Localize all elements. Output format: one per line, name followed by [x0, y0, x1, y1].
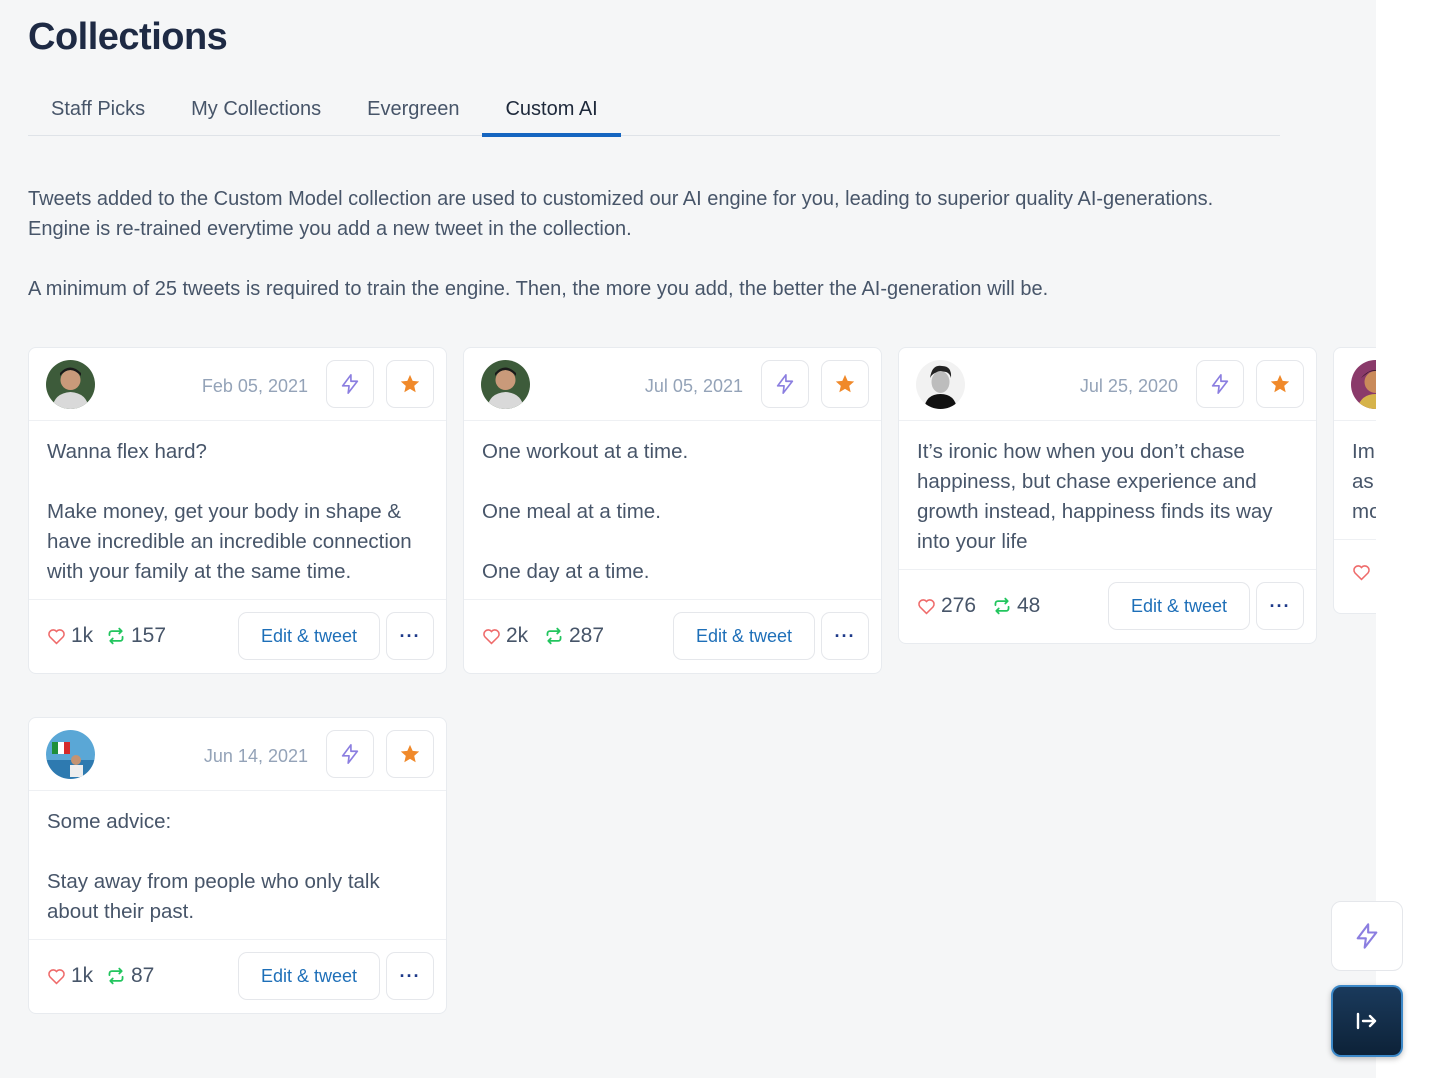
heart-icon — [483, 628, 500, 645]
heart-icon — [918, 598, 935, 615]
tweet-text: It’s ironic how when you don’t chase hap… — [899, 421, 1316, 570]
tweet-card-footer: 1k 157 Edit & tweet ··· — [29, 600, 446, 673]
tab-bar: Staff Picks My Collections Evergreen Cus… — [28, 92, 1280, 137]
retweet-icon — [546, 627, 562, 645]
main-content: Collections Staff Picks My Collections E… — [0, 0, 1376, 1078]
retweets-value: 287 — [569, 624, 605, 647]
more-options-button[interactable]: ··· — [386, 952, 434, 1000]
tweet-card-footer: 1k 87 Edit & tweet ··· — [29, 940, 446, 1013]
tweet-card-header: Jul 05, 2021 — [464, 348, 881, 421]
likes-count — [1352, 564, 1376, 581]
tweet-card: Jul 05, 2021 One workout at a time. One … — [463, 347, 882, 674]
tweet-card: Jun 14, 2021 Some advice: Stay away from… — [28, 717, 447, 1014]
ai-assistant-button[interactable] — [1331, 901, 1403, 971]
retweets-value: 48 — [1017, 594, 1041, 617]
tweet-card-footer: 2k 287 Edit & tweet ··· — [464, 600, 881, 673]
tweet-date: Jul 05, 2021 — [644, 376, 743, 396]
bolt-icon — [1356, 923, 1378, 949]
tweet-card-footer: 276 48 Edit & tweet ··· — [899, 570, 1316, 643]
ai-generate-button[interactable] — [1196, 360, 1244, 408]
heart-icon — [48, 968, 65, 985]
tweet-card-header: Jun 14, 2021 — [29, 718, 446, 791]
bolt-icon — [341, 374, 359, 394]
edit-tweet-button[interactable]: Edit & tweet — [238, 952, 380, 1000]
tweet-text: Wanna flex hard? Make money, get your bo… — [29, 421, 446, 600]
tweet-card-header: Feb 05, 2021 — [29, 348, 446, 421]
likes-value: 1k — [71, 624, 94, 647]
favorite-button[interactable] — [1256, 360, 1304, 408]
avatar — [481, 360, 530, 409]
retweets-count: 48 — [992, 594, 1040, 618]
avatar — [46, 730, 95, 779]
retweets-value: 87 — [131, 964, 155, 987]
likes-count: 1k — [47, 624, 93, 648]
tweet-card: Jul 25, 2020 It’s ironic how when you do… — [898, 347, 1317, 644]
likes-value: 276 — [941, 594, 977, 617]
likes-value: 2k — [506, 624, 529, 647]
favorite-button[interactable] — [386, 730, 434, 778]
tab-custom-ai[interactable]: Custom AI — [482, 92, 621, 137]
page-title: Collections — [28, 16, 228, 58]
tweet-text: One workout at a time. One meal at a tim… — [464, 421, 881, 600]
retweets-count: 287 — [544, 624, 604, 648]
more-options-button[interactable]: ··· — [1256, 582, 1304, 630]
exit-arrow-icon — [1356, 1012, 1377, 1030]
more-options-button[interactable]: ··· — [386, 612, 434, 660]
retweet-icon — [994, 597, 1010, 615]
likes-value: 1k — [71, 964, 94, 987]
description-paragraph: A minimum of 25 tweets is required to tr… — [28, 278, 1049, 300]
avatar — [46, 360, 95, 409]
expand-panel-button[interactable] — [1331, 985, 1403, 1057]
tweet-card: Im as mo — [1333, 347, 1376, 614]
heart-icon — [1353, 565, 1370, 581]
collection-description: Tweets added to the Custom Model collect… — [28, 184, 1278, 304]
tweet-date: Jul 25, 2020 — [1079, 376, 1178, 396]
tweet-text: Im as mo — [1334, 421, 1376, 540]
likes-count: 1k — [47, 964, 93, 988]
heart-icon — [48, 628, 65, 645]
retweets-count: 87 — [106, 964, 154, 988]
tab-evergreen[interactable]: Evergreen — [344, 92, 482, 136]
tab-my-collections[interactable]: My Collections — [168, 92, 344, 136]
edit-tweet-button[interactable]: Edit & tweet — [1108, 582, 1250, 630]
avatar — [1351, 360, 1376, 409]
edit-tweet-button[interactable]: Edit & tweet — [673, 612, 815, 660]
tweet-card-header: Jul 25, 2020 — [899, 348, 1316, 421]
favorite-button[interactable] — [386, 360, 434, 408]
retweets-value: 157 — [131, 624, 167, 647]
bolt-icon — [776, 374, 794, 394]
tweet-text: Some advice: Stay away from people who o… — [29, 791, 446, 940]
tab-staff-picks[interactable]: Staff Picks — [28, 92, 168, 136]
star-icon — [400, 744, 420, 763]
retweet-icon — [108, 627, 124, 645]
star-icon — [835, 374, 855, 393]
avatar — [916, 360, 965, 409]
tweet-card-header — [1334, 348, 1376, 421]
favorite-button[interactable] — [821, 360, 869, 408]
likes-count: 276 — [917, 594, 976, 618]
likes-count: 2k — [482, 624, 528, 648]
tweet-date: Feb 05, 2021 — [201, 376, 308, 396]
bolt-icon — [1211, 374, 1229, 394]
description-paragraph: Tweets added to the Custom Model collect… — [28, 188, 1214, 240]
bolt-icon — [341, 744, 359, 764]
tweet-card: Feb 05, 2021 Wanna flex hard? Make money… — [28, 347, 447, 674]
ai-generate-button[interactable] — [761, 360, 809, 408]
retweet-icon — [108, 967, 124, 985]
retweets-count: 157 — [106, 624, 166, 648]
tweet-date: Jun 14, 2021 — [203, 746, 308, 766]
edit-tweet-button[interactable]: Edit & tweet — [238, 612, 380, 660]
more-options-button[interactable]: ··· — [821, 612, 869, 660]
star-icon — [400, 374, 420, 393]
tweet-card-footer — [1334, 540, 1376, 613]
star-icon — [1270, 374, 1290, 393]
ai-generate-button[interactable] — [326, 360, 374, 408]
ai-generate-button[interactable] — [326, 730, 374, 778]
